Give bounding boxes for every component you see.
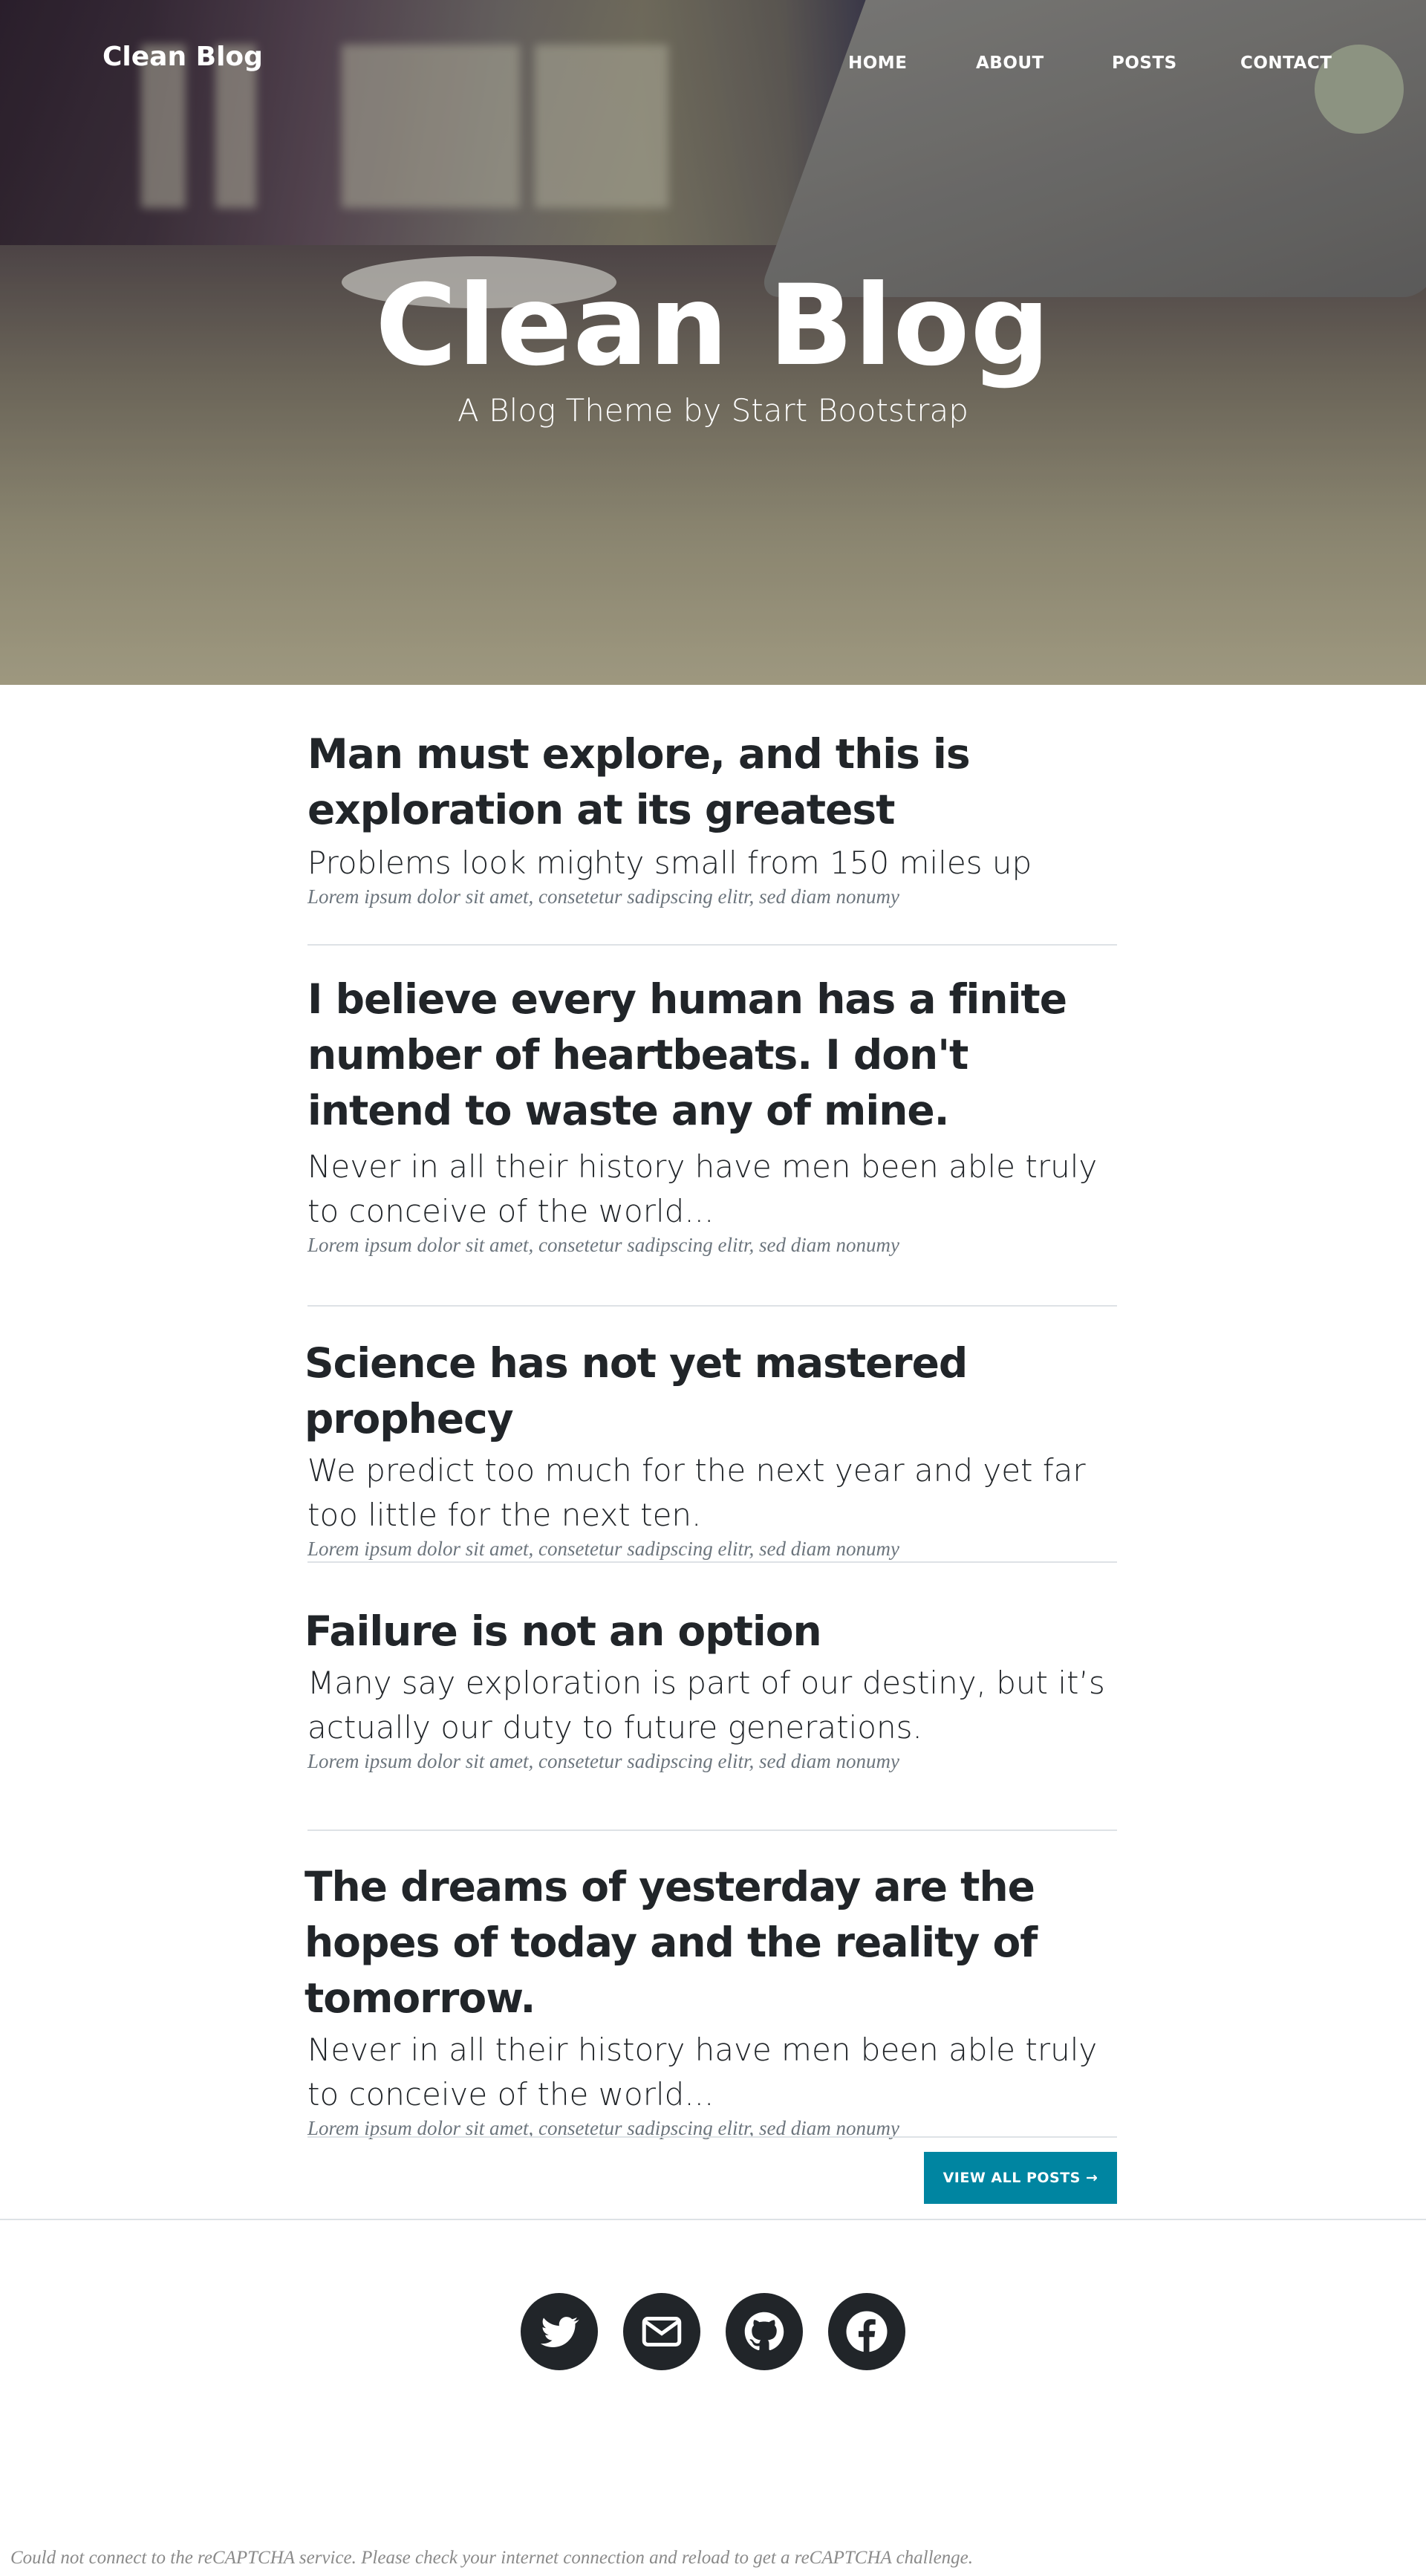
post-subtitle[interactable]: Many say exploration is part of our dest… xyxy=(307,1661,1114,1750)
footer-divider xyxy=(0,2219,1426,2220)
post-subtitle[interactable]: Problems look mighty small from 150 mile… xyxy=(307,841,1117,885)
nav-about[interactable]: ABOUT xyxy=(976,53,1044,73)
post-preview[interactable]: Failure is not an option Many say explor… xyxy=(305,1604,1114,1773)
post-preview[interactable]: Science has not yet mastered prophecy We… xyxy=(305,1336,1114,1561)
nav-posts[interactable]: POSTS xyxy=(1112,53,1177,73)
post-divider xyxy=(307,1561,1117,1563)
post-preview[interactable]: Man must explore, and this is exploratio… xyxy=(307,726,1117,908)
post-subtitle[interactable]: We predict too much for the next year an… xyxy=(307,1448,1114,1538)
post-preview[interactable]: The dreams of yesterday are the hopes of… xyxy=(305,1859,1114,2140)
post-title[interactable]: Science has not yet mastered prophecy xyxy=(305,1336,1114,1447)
post-divider xyxy=(307,2136,1117,2138)
post-divider xyxy=(307,944,1117,946)
facebook-icon[interactable] xyxy=(828,2293,905,2370)
post-meta: Lorem ipsum dolor sit amet, consetetur s… xyxy=(307,885,899,908)
recaptcha-error: Could not connect to the reCAPTCHA servi… xyxy=(10,2548,974,2568)
nav-home[interactable]: HOME xyxy=(848,53,907,73)
post-subtitle[interactable]: Never in all their history have men been… xyxy=(307,1145,1117,1234)
github-icon[interactable] xyxy=(726,2293,803,2370)
post-title[interactable]: Man must explore, and this is exploratio… xyxy=(307,726,1117,838)
post-meta: Lorem ipsum dolor sit amet, consetetur s… xyxy=(307,1750,899,1772)
nav-contact[interactable]: CONTACT xyxy=(1240,53,1332,73)
view-all-posts-button[interactable]: VIEW ALL POSTS → xyxy=(924,2152,1117,2204)
post-title[interactable]: Failure is not an option xyxy=(305,1604,1114,1659)
page-subtitle: A Blog Theme by Start Bootstrap xyxy=(458,392,968,429)
post-title[interactable]: The dreams of yesterday are the hopes of… xyxy=(305,1859,1114,2026)
post-preview[interactable]: I believe every human has a finite numbe… xyxy=(307,972,1117,1257)
navbar-brand[interactable]: Clean Blog xyxy=(102,42,263,72)
post-subtitle[interactable]: Never in all their history have men been… xyxy=(307,2028,1114,2117)
post-meta: Lorem ipsum dolor sit amet, consetetur s… xyxy=(307,1234,899,1256)
email-icon[interactable] xyxy=(623,2293,700,2370)
post-divider xyxy=(307,1829,1117,1831)
post-divider xyxy=(307,1305,1117,1307)
post-title[interactable]: I believe every human has a finite numbe… xyxy=(307,972,1117,1139)
page-title: Clean Blog xyxy=(375,261,1051,391)
post-meta: Lorem ipsum dolor sit amet, consetetur s… xyxy=(307,1538,899,1560)
twitter-icon[interactable] xyxy=(521,2293,598,2370)
